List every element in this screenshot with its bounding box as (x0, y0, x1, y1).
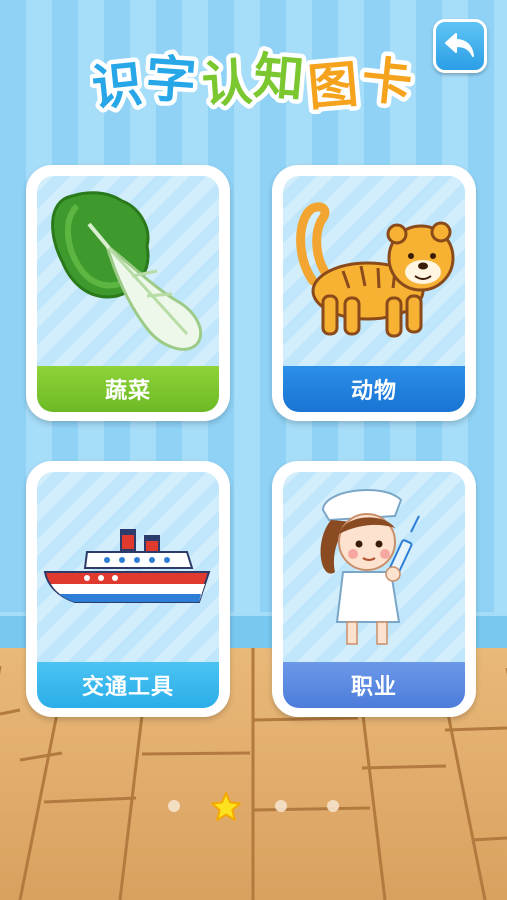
card-professions[interactable]: 职业 (272, 461, 476, 717)
app-title: 识 字 认 知 图 卡 (85, 42, 420, 125)
page-dot-3[interactable] (275, 800, 287, 812)
ship-icon (43, 529, 211, 603)
title-char-2: 字 (144, 49, 198, 110)
nurse-icon (320, 489, 420, 645)
title-char-3: 认 (200, 53, 254, 114)
card-label-professions: 职业 (283, 662, 465, 708)
card-label-animals: 动物 (283, 366, 465, 412)
current-page-star-icon (211, 792, 241, 821)
tiger-icon (296, 202, 455, 338)
title-char-6: 卡 (359, 50, 415, 113)
title-char-1: 识 (90, 55, 145, 118)
vegetable-icon (51, 191, 203, 351)
card-animals[interactable]: 动物 (272, 165, 476, 421)
card-transportation[interactable]: 交通工具 (26, 461, 230, 717)
title-char-5: 图 (306, 55, 361, 117)
title-char-4: 知 (251, 47, 306, 109)
card-label-vegetables: 蔬菜 (37, 366, 219, 412)
back-button[interactable] (433, 19, 487, 73)
pagination (0, 785, 507, 825)
back-arrow-icon (445, 33, 474, 57)
card-vegetables[interactable]: 蔬菜 (26, 165, 230, 421)
page-dot-1[interactable] (168, 800, 180, 812)
card-label-transportation: 交通工具 (37, 662, 219, 708)
page-dot-4[interactable] (327, 800, 339, 812)
